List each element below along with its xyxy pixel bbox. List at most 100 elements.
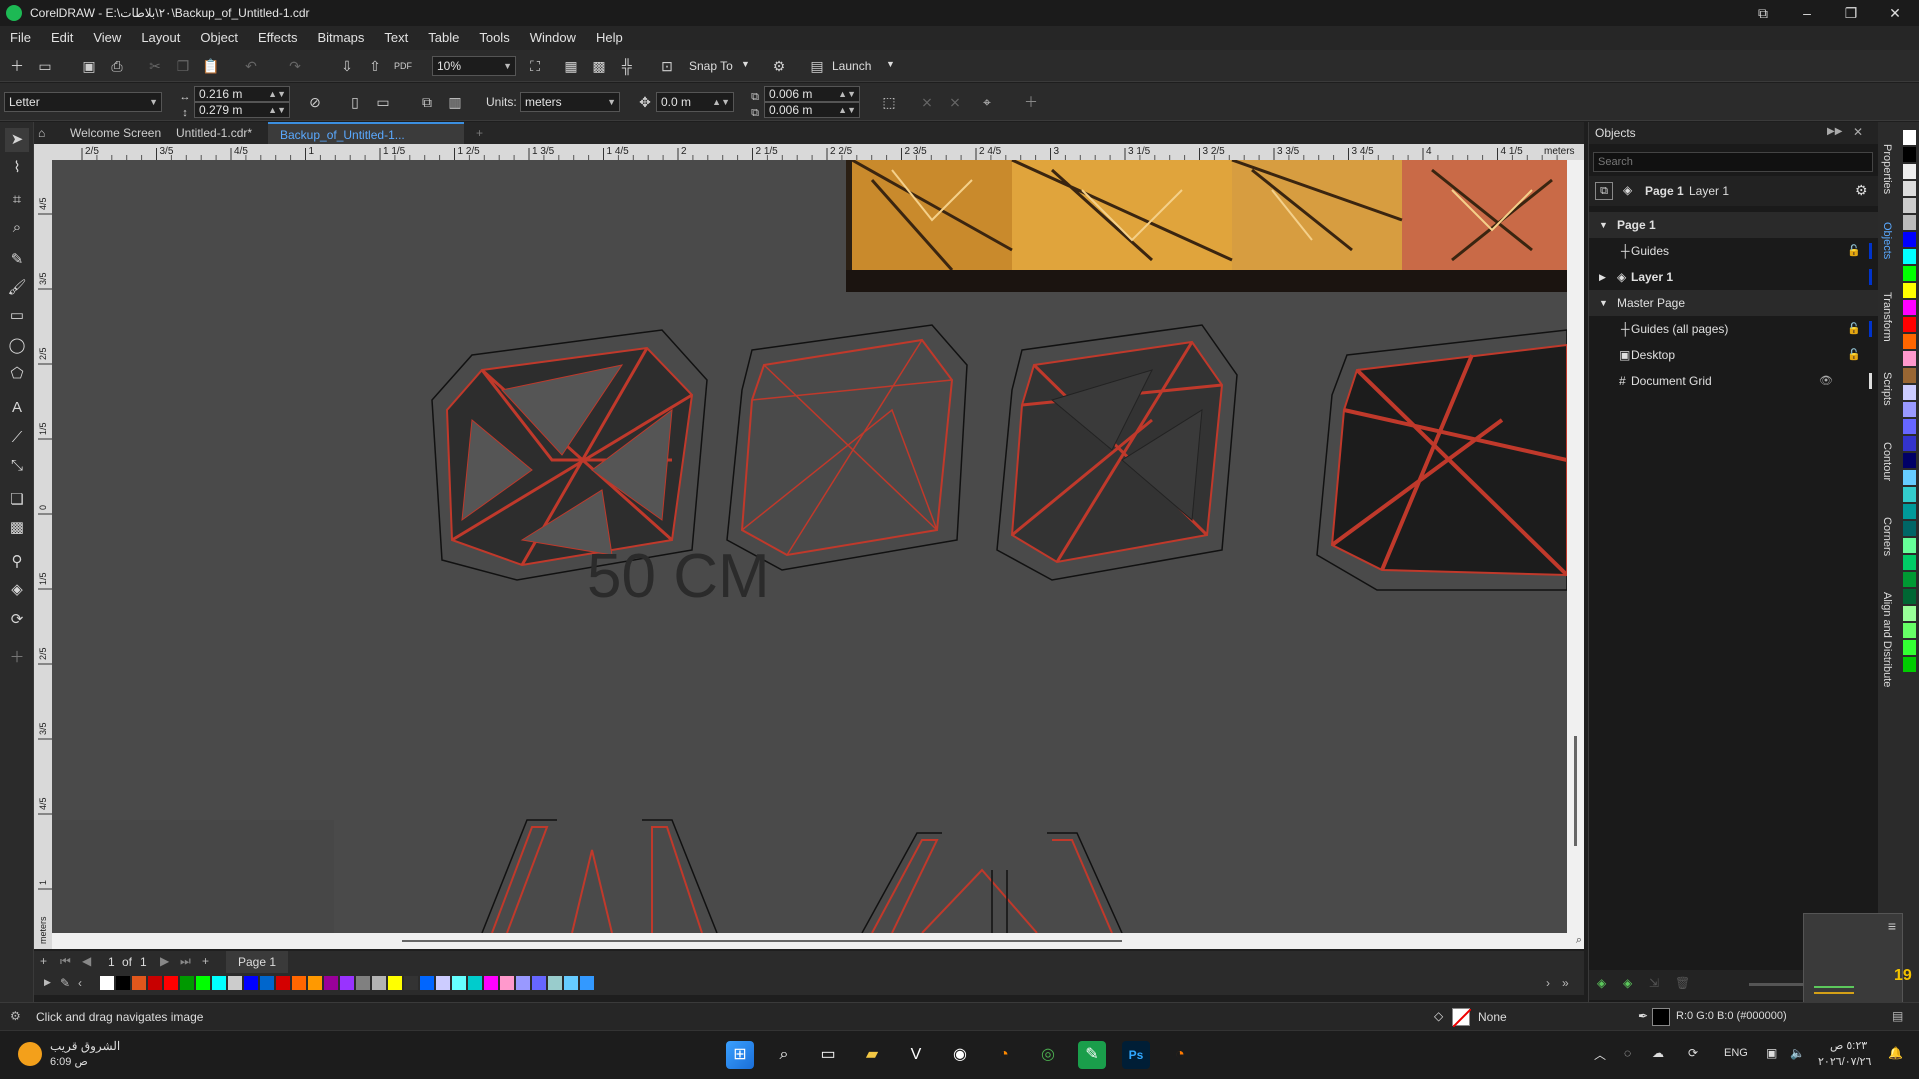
palette-swatch[interactable] <box>308 976 322 990</box>
tray-overflow-icon[interactable]: ︿ <box>1594 1046 1606 1063</box>
move-to-layer-icon[interactable]: ⇲ <box>1649 976 1659 990</box>
right-palette-swatch[interactable] <box>1903 181 1916 196</box>
redo-icon[interactable]: ↷ <box>284 55 306 77</box>
clock-date[interactable]: ٢٠٢٦/٠٧/٢٦ <box>1818 1055 1871 1068</box>
language-indicator[interactable]: ENG <box>1724 1047 1748 1059</box>
right-palette-swatch[interactable] <box>1903 164 1916 179</box>
right-palette-swatch[interactable] <box>1903 266 1916 281</box>
right-palette-swatch[interactable] <box>1903 232 1916 247</box>
palette-eyedropper-icon[interactable]: ✎ <box>60 976 70 990</box>
right-palette-swatch[interactable] <box>1903 470 1916 485</box>
show-grid-icon[interactable]: ▩ <box>588 55 610 77</box>
status-settings-gear-icon[interactable]: ⚙ <box>10 1009 21 1023</box>
palette-swatch[interactable] <box>164 976 178 990</box>
palette-swatch[interactable] <box>516 976 530 990</box>
new-master-layer-icon[interactable]: ◈ <box>1623 976 1632 990</box>
right-palette-swatch[interactable] <box>1903 130 1916 145</box>
palette-swatch[interactable] <box>356 976 370 990</box>
coreldraw-taskbar-icon[interactable]: ✎ <box>1078 1041 1106 1069</box>
pick-tool-icon[interactable]: ➤ <box>5 128 29 152</box>
add-icon[interactable]: ＋ <box>1020 91 1042 113</box>
page-size-select[interactable]: Letter ▼ <box>4 92 162 112</box>
snap-to-icon[interactable]: ⊡ <box>656 55 678 77</box>
all-pages-icon[interactable]: ⊘ <box>304 91 326 113</box>
polygon-tool-icon[interactable]: ⬠ <box>5 362 29 386</box>
tree-item-guides[interactable]: ┼ Guides 🔓 <box>1589 238 1879 264</box>
page-current[interactable]: 1 <box>108 955 115 969</box>
right-palette-swatch[interactable] <box>1903 317 1916 332</box>
tile-pattern-4[interactable] <box>1316 329 1567 591</box>
tree-item-document-grid[interactable]: # Document Grid 👁 <box>1589 368 1879 394</box>
palette-expand-icon[interactable]: ▶ <box>44 977 51 988</box>
right-palette-swatch[interactable] <box>1903 640 1916 655</box>
tree-item-page-1[interactable]: ▼ Page 1 <box>1589 212 1879 238</box>
right-palette-swatch[interactable] <box>1903 538 1916 553</box>
new-tab-icon[interactable]: + <box>464 122 495 144</box>
right-palette-swatch[interactable] <box>1903 606 1916 621</box>
lock-icon[interactable]: 🔓 <box>1847 238 1861 264</box>
taskbar-search-icon[interactable]: ⌕ <box>770 1041 798 1069</box>
blender-icon[interactable]: ◔ <box>990 1041 1018 1069</box>
cut-icon[interactable]: ✂ <box>144 55 166 77</box>
rectangle-tool-icon[interactable]: ▭ <box>5 304 29 328</box>
zoom-tool-icon[interactable]: ⌕ <box>5 216 29 240</box>
right-palette-swatch[interactable] <box>1903 487 1916 502</box>
palette-swatch[interactable] <box>260 976 274 990</box>
side-tab-objects[interactable]: Objects <box>1881 222 1893 259</box>
menu-bitmaps[interactable]: Bitmaps <box>307 26 374 50</box>
right-palette-swatch[interactable] <box>1903 300 1916 315</box>
options-gear-icon[interactable]: ⚙ <box>768 55 790 77</box>
volume-icon[interactable]: 🔈 <box>1790 1046 1805 1060</box>
side-tab-align-distribute[interactable]: Align and Distribute <box>1881 592 1893 687</box>
snap-to-dropdown-icon[interactable]: ▼ <box>741 59 750 69</box>
palette-swatch[interactable] <box>100 976 114 990</box>
side-tab-scripts[interactable]: Scripts <box>1881 372 1893 406</box>
palette-swatch[interactable] <box>564 976 578 990</box>
right-palette-swatch[interactable] <box>1903 351 1916 366</box>
right-palette-swatch[interactable] <box>1903 504 1916 519</box>
snap-to-button[interactable]: Snap To <box>689 59 733 73</box>
new-layer-icon[interactable]: ◈ <box>1597 976 1606 990</box>
page-width-field[interactable]: 0.216 m ▲▼ <box>194 86 290 102</box>
fill-swatch-none[interactable] <box>1452 1008 1472 1028</box>
tree-item-master-page[interactable]: ▼ Master Page <box>1589 290 1879 316</box>
palette-swatch[interactable] <box>484 976 498 990</box>
open-folder-icon[interactable]: ▭ <box>34 55 56 77</box>
smart-fill-icon[interactable]: ⟳ <box>5 608 29 632</box>
palette-swatch[interactable] <box>372 976 386 990</box>
page-thumbnail-icon[interactable]: ⧉ <box>1595 182 1613 200</box>
palette-swatch[interactable] <box>148 976 162 990</box>
right-palette-swatch[interactable] <box>1903 402 1916 417</box>
menu-edit[interactable]: Edit <box>41 26 83 50</box>
right-palette-swatch[interactable] <box>1903 623 1916 638</box>
lock-icon[interactable]: 🔓 <box>1847 316 1861 342</box>
right-palette-swatch[interactable] <box>1903 453 1916 468</box>
menu-effects[interactable]: Effects <box>248 26 308 50</box>
right-palette-swatch[interactable] <box>1903 215 1916 230</box>
drawing-canvas[interactable]: 50 CM <box>52 160 1567 933</box>
crop-tool-icon[interactable]: ⌗ <box>5 188 29 212</box>
right-palette-swatch[interactable] <box>1903 147 1916 162</box>
palette-swatch[interactable] <box>244 976 258 990</box>
duplicate-y-field[interactable]: 0.006 m ▲▼ <box>764 102 860 118</box>
tray-cloud-icon[interactable]: ☁ <box>1652 1046 1664 1060</box>
export-icon[interactable]: ⇧ <box>364 55 386 77</box>
palette-swatch[interactable] <box>532 976 546 990</box>
start-windows-icon[interactable]: ⊞ <box>726 1041 754 1069</box>
menu-icon[interactable]: ≡ <box>1888 918 1896 934</box>
print-icon[interactable]: ⎙ <box>106 55 128 77</box>
treat-as-filled-icon[interactable]: ⬚ <box>878 91 900 113</box>
parallel-dimension-icon[interactable]: ⟋ <box>5 426 29 450</box>
palette-swatch[interactable] <box>276 976 290 990</box>
launch-button[interactable]: Launch <box>832 59 871 73</box>
next-page-icon[interactable]: ▶ <box>160 954 169 968</box>
palette-swatch[interactable] <box>340 976 354 990</box>
palette-swatch[interactable] <box>132 976 146 990</box>
palette-more-icon[interactable]: » <box>1562 976 1569 990</box>
palette-swatch[interactable] <box>196 976 210 990</box>
right-palette-swatch[interactable] <box>1903 572 1916 587</box>
weather-title[interactable]: الشروق قريب <box>50 1039 120 1053</box>
palette-swatch[interactable] <box>292 976 306 990</box>
right-palette-swatch[interactable] <box>1903 334 1916 349</box>
docker-collapse-icon[interactable]: ▶▶ <box>1827 126 1842 137</box>
